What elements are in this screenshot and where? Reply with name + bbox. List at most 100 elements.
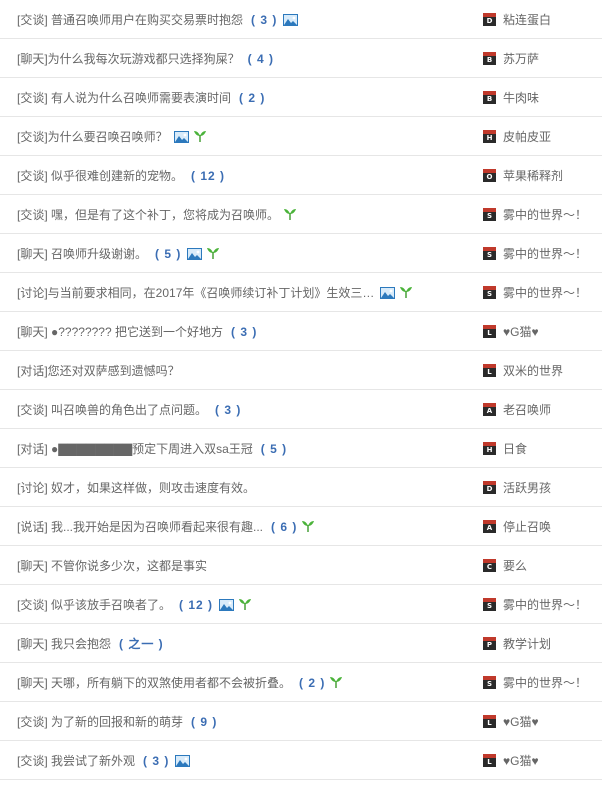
- image-attachment-icon: [219, 598, 235, 611]
- thread-title-link[interactable]: [交谈] 为了新的回报和新的萌芽 ( 9 ): [17, 702, 477, 741]
- thread-title-link[interactable]: [交谈] 普通召唤师用户在购买交易票时抱怨 ( 3 ): [17, 0, 477, 39]
- thread-row: [交谈] 嘿，但是有了这个补丁，您将成为召唤师。 S 雾中的世界〜！: [0, 195, 602, 234]
- thread-row: [交谈] 为了新的回报和新的萌芽 ( 9 ) L ♥G猫♥: [0, 702, 602, 741]
- author-link[interactable]: O 苹果稀释剂: [483, 156, 602, 195]
- image-attachment-icon: [380, 286, 396, 299]
- author-name: 教学计划: [503, 637, 552, 651]
- thread-title-link[interactable]: [对话]您还对双萨感到遗憾吗？: [17, 351, 477, 390]
- author-link[interactable]: L ♥G猫♥: [483, 312, 602, 351]
- author-link[interactable]: B 苏万萨: [483, 39, 602, 78]
- rank-badge-letter: B: [486, 56, 493, 64]
- author-name: 粘连蛋白: [503, 13, 552, 27]
- author-link[interactable]: S 雾中的世界〜！: [483, 273, 602, 312]
- image-attachment-icon: [283, 13, 299, 26]
- author-link[interactable]: C 要么: [483, 546, 602, 585]
- rank-badge-letter: L: [487, 368, 492, 376]
- thread-title-link[interactable]: [交谈]为什么要召唤召唤师？: [17, 117, 477, 156]
- thread-row: [聊天] 我只会抱怨 ( 之一 ) P 教学计划: [0, 624, 602, 663]
- rank-badge-icon: L: [483, 715, 496, 728]
- reply-count: ( 4 ): [247, 51, 275, 66]
- rank-badge-icon: B: [483, 91, 496, 104]
- author-name: 雾中的世界〜！: [503, 286, 588, 300]
- image-attachment-icon: [175, 754, 191, 767]
- author-name: 苹果稀释剂: [503, 169, 564, 183]
- rank-badge-icon: S: [483, 598, 496, 611]
- thread-row: [聊天] 不管你说多少次，这都是事实 C 要么: [0, 546, 602, 585]
- thread-title-link[interactable]: [聊天] 召唤师升级谢谢。 ( 5 ): [17, 234, 477, 273]
- author-link[interactable]: A 停止召唤: [483, 507, 602, 546]
- author-name: 皮帕皮亚: [503, 130, 552, 144]
- rank-badge-letter: A: [486, 407, 493, 415]
- thread-title-link[interactable]: [交谈] 我尝试了新外观 ( 3 ): [17, 741, 477, 780]
- thread-title: [交谈] 有人说为什么召唤师需要表演时间: [17, 91, 232, 105]
- thread-title-link[interactable]: [聊天] 我只会抱怨 ( 之一 ): [17, 624, 477, 663]
- reply-count: ( 2 ): [239, 90, 266, 105]
- rank-badge-icon: B: [483, 52, 496, 65]
- thread-title: [讨论]与当前要求相同，在2017年《召唤师续订补丁计划》生效三…: [17, 286, 375, 300]
- author-link[interactable]: S 雾中的世界〜！: [483, 234, 602, 273]
- rank-badge-icon: P: [483, 637, 496, 650]
- author-link[interactable]: A 老召唤师: [483, 390, 602, 429]
- new-sprout-icon: [301, 520, 315, 533]
- new-sprout-icon: [329, 676, 343, 689]
- rank-badge-icon: L: [483, 754, 496, 767]
- thread-title-link[interactable]: [聊天] 天哪，所有躺下的双煞使用者都不会被折叠。 ( 2 ): [17, 663, 477, 702]
- author-link[interactable]: S 雾中的世界〜！: [483, 585, 602, 624]
- thread-row: [讨论]与当前要求相同，在2017年《召唤师续订补丁计划》生效三… S 雾中的世…: [0, 273, 602, 312]
- thread-title-link[interactable]: [交谈] 嘿，但是有了这个补丁，您将成为召唤师。: [17, 195, 477, 234]
- thread-title-link[interactable]: [讨论]与当前要求相同，在2017年《召唤师续订补丁计划》生效三…: [17, 273, 477, 312]
- thread-title-link[interactable]: [说话] 我...我开始是因为召唤师看起来很有趣... ( 6 ): [17, 507, 477, 546]
- author-link[interactable]: B 牛肉味: [483, 78, 602, 117]
- thread-title-link[interactable]: [交谈] 似乎该放手召唤者了。 ( 12 ): [17, 585, 477, 624]
- new-sprout-icon: [238, 598, 252, 611]
- rank-badge-letter: L: [487, 719, 492, 727]
- thread-title-link[interactable]: [对话] ●▇▇▇▇▇▇▇▇预定下周进入双sa王冠 ( 5 ): [17, 429, 477, 468]
- reply-count: ( 5 ): [260, 441, 288, 456]
- image-attachment-icon: [173, 130, 189, 143]
- thread-title: [交谈] 嘿，但是有了这个补丁，您将成为召唤师。: [17, 208, 280, 222]
- reply-count: ( 5 ): [155, 246, 182, 261]
- thread-row: [对话]您还对双萨感到遗憾吗？ L 双米的世界: [0, 351, 602, 390]
- author-link[interactable]: S 雾中的世界〜！: [483, 195, 602, 234]
- rank-badge-icon: S: [483, 247, 496, 260]
- author-link[interactable]: D 活跃男孩: [483, 468, 602, 507]
- thread-title-link[interactable]: [聊天] 不管你说多少次，这都是事实: [17, 546, 477, 585]
- thread-row: [聊天] ●???????? 把它送到一个好地方 ( 3 ) L ♥G猫♥: [0, 312, 602, 351]
- author-link[interactable]: L ♥G猫♥: [483, 741, 602, 780]
- author-link[interactable]: L ♥G猫♥: [483, 702, 602, 741]
- thread-title-link[interactable]: [交谈] 似乎很难创建新的宠物。 ( 12 ): [17, 156, 477, 195]
- rank-badge-icon: D: [483, 481, 496, 494]
- thread-title: [交谈] 叫召唤兽的角色出了点问题。: [17, 403, 208, 417]
- thread-title: [聊天]为什么我每次玩游戏都只选择狗屎？: [17, 52, 240, 66]
- author-link[interactable]: L 双米的世界: [483, 351, 602, 390]
- author-name: ♥G猫♥: [503, 325, 539, 339]
- thread-row: [对话] ●▇▇▇▇▇▇▇▇预定下周进入双sa王冠 ( 5 ) H 日食: [0, 429, 602, 468]
- reply-count: ( 之一 ): [119, 637, 164, 651]
- thread-title-link[interactable]: [聊天]为什么我每次玩游戏都只选择狗屎？ ( 4 ): [17, 39, 477, 78]
- new-sprout-icon: [283, 208, 297, 221]
- thread-title: [交谈] 我尝试了新外观: [17, 754, 136, 768]
- author-name: 雾中的世界〜！: [503, 208, 588, 222]
- rank-badge-icon: A: [483, 520, 496, 533]
- author-name: ♥G猫♥: [503, 754, 539, 768]
- thread-title-link[interactable]: [交谈] 有人说为什么召唤师需要表演时间 ( 2 ): [17, 78, 477, 117]
- author-name: 雾中的世界〜！: [503, 598, 588, 612]
- thread-title-link[interactable]: [讨论] 奴才，如果这样做，则攻击速度有效。: [17, 468, 477, 507]
- author-name: 双米的世界: [503, 364, 564, 378]
- thread-title-link[interactable]: [交谈] 叫召唤兽的角色出了点问题。 ( 3 ): [17, 390, 477, 429]
- author-link[interactable]: D 粘连蛋白: [483, 0, 602, 39]
- thread-row: [交谈]为什么要召唤召唤师？ H 皮帕皮亚: [0, 117, 602, 156]
- thread-title: [交谈] 似乎该放手召唤者了。: [17, 598, 172, 612]
- image-attachment-icon: [187, 247, 203, 260]
- reply-count: ( 9 ): [191, 714, 218, 729]
- thread-title-link[interactable]: [聊天] ●???????? 把它送到一个好地方 ( 3 ): [17, 312, 477, 351]
- rank-badge-icon: C: [483, 559, 496, 572]
- author-link[interactable]: H 皮帕皮亚: [483, 117, 602, 156]
- author-link[interactable]: S 雾中的世界〜！: [483, 663, 602, 702]
- author-name: 老召唤师: [503, 403, 552, 417]
- rank-badge-letter: H: [486, 134, 493, 142]
- author-link[interactable]: H 日食: [483, 429, 602, 468]
- rank-badge-letter: S: [486, 212, 493, 220]
- new-sprout-icon: [399, 286, 413, 299]
- author-link[interactable]: P 教学计划: [483, 624, 602, 663]
